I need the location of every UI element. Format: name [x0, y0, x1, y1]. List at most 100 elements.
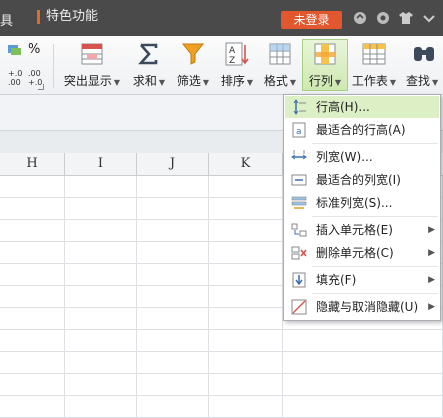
menu-item-delete-cells[interactable]: 删除单元格(C) ▶: [285, 242, 439, 264]
grid-cell[interactable]: [65, 176, 137, 198]
menu-item-label: 插入单元格(E): [316, 223, 393, 237]
grid-cell[interactable]: [0, 374, 65, 396]
row-column-icon: [312, 42, 338, 66]
worksheet-label: 工作表: [351, 74, 388, 88]
submenu-arrow-icon: ▶: [428, 302, 435, 312]
menu-item-hide-unhide[interactable]: 隐藏与取消隐藏(U) ▶: [285, 296, 439, 318]
column-header-j[interactable]: J: [137, 153, 209, 176]
login-button[interactable]: 未登录: [281, 11, 342, 29]
grid-cell[interactable]: [137, 264, 209, 286]
menu-item-fill[interactable]: 填充(F) ▶: [285, 269, 439, 291]
currency-format-icon[interactable]: [8, 44, 22, 56]
row-column-button[interactable]: 行列 ▼: [302, 39, 348, 91]
dialog-launcher-icon[interactable]: [38, 84, 44, 90]
grid-cell[interactable]: [209, 308, 283, 330]
grid-cell[interactable]: [209, 220, 283, 242]
grid-cell[interactable]: [0, 396, 65, 418]
find-button[interactable]: 查找 ▼: [404, 40, 443, 90]
grid-cell[interactable]: [0, 308, 65, 330]
grid-cell[interactable]: [137, 242, 209, 264]
menu-item-column-width[interactable]: 列宽(W)...: [285, 146, 439, 168]
filter-icon: [180, 42, 206, 66]
dropdown-arrow-icon: ▼: [289, 78, 297, 87]
sum-button[interactable]: 求和 ▼: [129, 40, 169, 90]
dropdown-arrow-icon: ▼: [432, 78, 439, 87]
grid-cell[interactable]: [65, 198, 137, 220]
feature-menu[interactable]: 特色功能: [37, 10, 98, 24]
grid-cell[interactable]: [65, 264, 137, 286]
autofit-row-height-icon: a: [291, 122, 307, 138]
grid-cell[interactable]: [65, 242, 137, 264]
grid-cell[interactable]: [137, 352, 209, 374]
grid-cell[interactable]: [65, 330, 137, 352]
grid-cell[interactable]: [137, 176, 209, 198]
grid-cell[interactable]: [137, 330, 209, 352]
grid-cell[interactable]: [65, 286, 137, 308]
worksheet-button[interactable]: 工作表 ▼: [349, 40, 399, 90]
grid-cell[interactable]: [0, 330, 65, 352]
sum-icon: [136, 42, 162, 66]
grid-cell[interactable]: [65, 352, 137, 374]
menu-separator: [312, 293, 438, 294]
grid-cell[interactable]: [283, 374, 443, 396]
grid-cell[interactable]: [137, 286, 209, 308]
grid-cell[interactable]: [283, 330, 443, 352]
grid-cell[interactable]: [65, 220, 137, 242]
menu-item-autofit-column-width[interactable]: 最适合的列宽(I): [285, 169, 439, 191]
format-button[interactable]: 格式 ▼: [260, 40, 300, 90]
increase-decimal-button[interactable]: +.0 .00: [8, 69, 24, 87]
refresh-icon[interactable]: [352, 11, 368, 27]
filter-button[interactable]: 筛选 ▼: [173, 40, 213, 90]
row-height-icon: [291, 99, 307, 115]
grid-cell[interactable]: [65, 396, 137, 418]
column-header-i[interactable]: I: [65, 153, 137, 176]
grid-cell[interactable]: [209, 286, 283, 308]
format-icon: [267, 42, 293, 66]
grid-cell[interactable]: [283, 396, 443, 418]
menu-item-standard-column-width[interactable]: 标准列宽(S)...: [285, 192, 439, 214]
grid-cell[interactable]: [137, 308, 209, 330]
ribbon-toolbar: % +.0 .00 .00 +.0 突出显示 ▼ 求和 ▼ 筛选 ▼ AZ 排序 ▼: [0, 36, 443, 95]
grid-cell[interactable]: [209, 242, 283, 264]
column-width-icon: [291, 149, 307, 165]
grid-cell[interactable]: [209, 176, 283, 198]
grid-cell[interactable]: [137, 374, 209, 396]
shirt-icon[interactable]: [398, 11, 414, 27]
svg-text:A: A: [229, 46, 236, 56]
highlight-button[interactable]: 突出显示 ▼: [60, 40, 124, 90]
percent-format-button[interactable]: %: [28, 42, 40, 57]
sort-button[interactable]: AZ 排序 ▼: [217, 40, 257, 90]
grid-cell[interactable]: [137, 198, 209, 220]
grid-cell[interactable]: [0, 220, 65, 242]
grid-cell[interactable]: [209, 330, 283, 352]
minimize-icon[interactable]: [421, 11, 437, 27]
grid-cell[interactable]: [0, 264, 65, 286]
grid-cell[interactable]: [65, 308, 137, 330]
column-header-h[interactable]: H: [0, 153, 65, 176]
menu-item-label: 最适合的列宽(I): [316, 173, 401, 187]
submenu-arrow-icon: ▶: [428, 225, 435, 235]
grid-cell[interactable]: [0, 198, 65, 220]
grid-cell[interactable]: [283, 352, 443, 374]
help-icon[interactable]: [375, 11, 391, 27]
grid-cell[interactable]: [209, 374, 283, 396]
grid-cell[interactable]: [209, 264, 283, 286]
grid-cell[interactable]: [137, 220, 209, 242]
column-header-k[interactable]: K: [209, 153, 283, 176]
submenu-arrow-icon: ▶: [428, 275, 435, 285]
insert-cells-icon: [291, 222, 307, 238]
grid-cell[interactable]: [65, 374, 137, 396]
grid-cell[interactable]: [209, 352, 283, 374]
grid-cell[interactable]: [0, 242, 65, 264]
menu-item-autofit-row-height[interactable]: a 最适合的行高(A): [285, 119, 439, 141]
menu-item-insert-cells[interactable]: 插入单元格(E) ▶: [285, 219, 439, 241]
grid-cell[interactable]: [0, 286, 65, 308]
sort-icon: AZ: [224, 42, 250, 66]
grid-cell[interactable]: [209, 396, 283, 418]
grid-cell[interactable]: [209, 198, 283, 220]
grid-cell[interactable]: [137, 396, 209, 418]
menu-item-row-height[interactable]: 行高(H)...: [285, 96, 439, 118]
grid-cell[interactable]: [0, 176, 65, 198]
dropdown-arrow-icon: ▼: [113, 78, 121, 87]
grid-cell[interactable]: [0, 352, 65, 374]
